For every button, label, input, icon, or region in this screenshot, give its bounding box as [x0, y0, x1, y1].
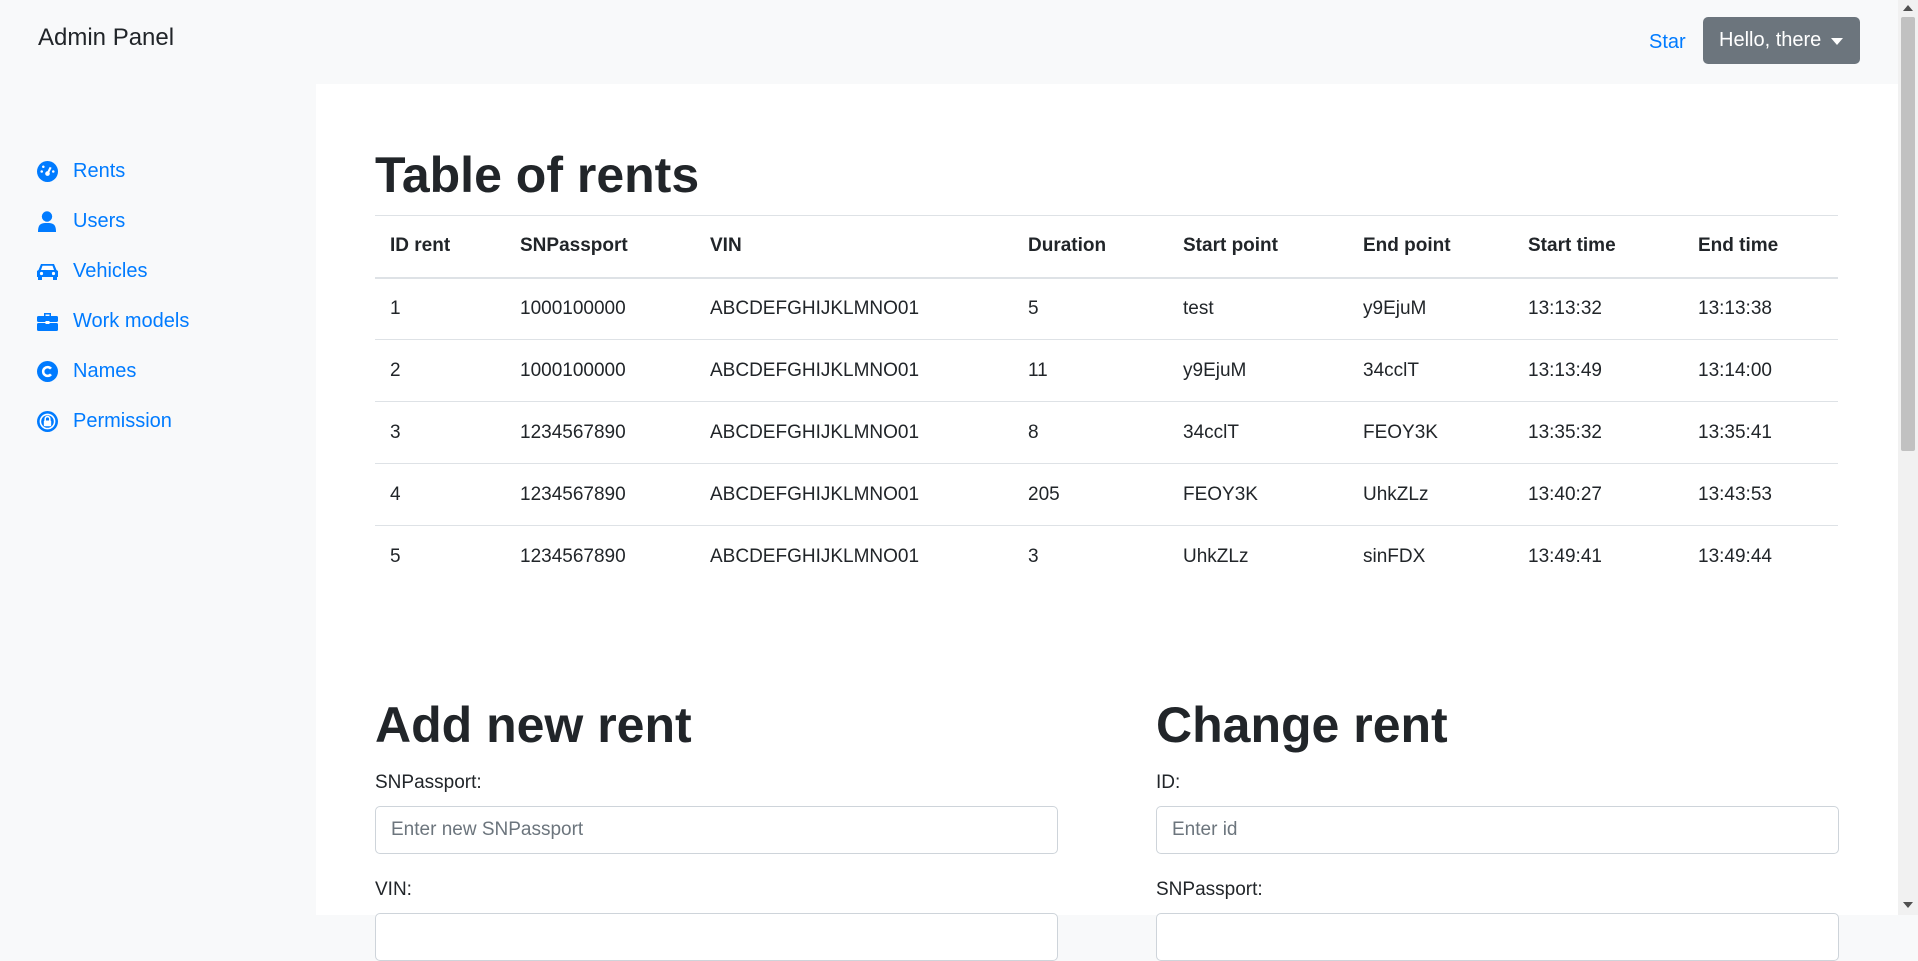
user-menu-label: Hello, there — [1719, 29, 1822, 51]
table-cell: 13:14:00 — [1683, 339, 1838, 402]
navbar: Admin Panel Star Hello, there — [0, 0, 1898, 84]
sidebar-item-work-models[interactable]: Work models — [36, 306, 189, 336]
table-cell: 13:40:27 — [1513, 463, 1683, 526]
table-cell: 1 — [375, 277, 505, 340]
main-content: Table of rents ID rent SNPassport VIN Du… — [316, 84, 1898, 961]
table-cell: FEOY3K — [1348, 401, 1513, 464]
table-cell: 5 — [1013, 277, 1168, 340]
sidebar-item-label: Permission — [73, 409, 172, 432]
table-header-row: ID rent SNPassport VIN Duration Start po… — [375, 215, 1838, 279]
sidebar-item-label: Rents — [73, 159, 126, 182]
table-cell: 1234567890 — [505, 401, 695, 464]
scroll-down-icon[interactable] — [1903, 902, 1913, 908]
column-header[interactable]: SNPassport — [505, 215, 695, 279]
table-cell: 1000100000 — [505, 339, 695, 402]
table-cell: 13:35:32 — [1513, 401, 1683, 464]
table-cell: UhkZLz — [1348, 463, 1513, 526]
table-cell: UhkZLz — [1168, 525, 1348, 588]
table-cell: 1234567890 — [505, 463, 695, 526]
column-header[interactable]: Start point — [1168, 215, 1348, 279]
table-cell: ABCDEFGHIJKLMNO01 — [695, 525, 1013, 588]
id-label: ID: — [1156, 772, 1181, 793]
column-header[interactable]: VIN — [695, 215, 1013, 279]
table-cell: 4 — [375, 463, 505, 526]
change-rent-title: Change rent — [1156, 697, 1448, 753]
new-vin-input[interactable] — [375, 913, 1058, 961]
table-row[interactable]: 4 1234567890 ABCDEFGHIJKLMNO01 205 FEOY3… — [375, 463, 1838, 526]
new-snpassport-input[interactable] — [375, 806, 1058, 854]
column-header[interactable]: ID rent — [375, 215, 505, 279]
vin-label: VIN: — [375, 879, 412, 900]
table-cell: 34cclT — [1348, 339, 1513, 402]
table-cell: 205 — [1013, 463, 1168, 526]
car-icon — [36, 260, 58, 282]
table-row[interactable]: 1 1000100000 ABCDEFGHIJKLMNO01 5 test y9… — [375, 277, 1838, 340]
star-link[interactable]: Star — [1649, 31, 1686, 54]
change-snpassport-input[interactable] — [1156, 913, 1839, 961]
lock-icon — [36, 410, 58, 432]
user-icon — [36, 210, 58, 232]
table-cell: 1000100000 — [505, 277, 695, 340]
table-cell: 3 — [375, 401, 505, 464]
sidebar: Rents Users Vehicles Work models Names P… — [0, 84, 316, 915]
sidebar-item-label: Vehicles — [73, 259, 148, 282]
brand-title[interactable]: Admin Panel — [38, 24, 174, 52]
table-cell: 13:43:53 — [1683, 463, 1838, 526]
sidebar-item-permission[interactable]: Permission — [36, 406, 172, 436]
add-rent-title: Add new rent — [375, 697, 692, 753]
table-cell: ABCDEFGHIJKLMNO01 — [695, 463, 1013, 526]
briefcase-icon — [36, 310, 58, 332]
table-row[interactable]: 2 1000100000 ABCDEFGHIJKLMNO01 11 y9EjuM… — [375, 339, 1838, 402]
user-menu-button[interactable]: Hello, there — [1703, 17, 1860, 64]
column-header[interactable]: Duration — [1013, 215, 1168, 279]
table-cell: y9EjuM — [1348, 277, 1513, 340]
tachometer-icon — [36, 160, 58, 182]
snpassport-label: SNPassport: — [375, 772, 482, 793]
table-cell: 2 — [375, 339, 505, 402]
sidebar-item-label: Names — [73, 359, 137, 382]
table-cell: 13:13:49 — [1513, 339, 1683, 402]
table-cell: 11 — [1013, 339, 1168, 402]
caret-down-icon — [1831, 38, 1844, 45]
table-cell: 8 — [1013, 401, 1168, 464]
table-row[interactable]: 3 1234567890 ABCDEFGHIJKLMNO01 8 34cclT … — [375, 401, 1838, 464]
table-cell: 5 — [375, 525, 505, 588]
table-cell: 13:13:32 — [1513, 277, 1683, 340]
sidebar-item-vehicles[interactable]: Vehicles — [36, 256, 148, 286]
table-cell: 13:13:38 — [1683, 277, 1838, 340]
table-cell: FEOY3K — [1168, 463, 1348, 526]
scroll-up-icon[interactable] — [1903, 5, 1913, 11]
table-cell: ABCDEFGHIJKLMNO01 — [695, 339, 1013, 402]
table-cell: ABCDEFGHIJKLMNO01 — [695, 401, 1013, 464]
sidebar-item-label: Work models — [73, 309, 190, 332]
page-title: Table of rents — [375, 147, 700, 203]
column-header[interactable]: End point — [1348, 215, 1513, 279]
change-snpassport-label: SNPassport: — [1156, 879, 1263, 900]
id-input[interactable] — [1156, 806, 1839, 854]
column-header[interactable]: End time — [1683, 215, 1838, 279]
table-cell: y9EjuM — [1168, 339, 1348, 402]
table-cell: 1234567890 — [505, 525, 695, 588]
table-cell: 13:35:41 — [1683, 401, 1838, 464]
sidebar-item-rents[interactable]: Rents — [36, 156, 125, 186]
table-cell: test — [1168, 277, 1348, 340]
scrollbar[interactable] — [1898, 0, 1918, 915]
table-cell: 34cclT — [1168, 401, 1348, 464]
sidebar-item-label: Users — [73, 209, 126, 232]
sidebar-item-names[interactable]: Names — [36, 356, 136, 386]
table-cell: 13:49:44 — [1683, 525, 1838, 588]
table-row[interactable]: 5 1234567890 ABCDEFGHIJKLMNO01 3 UhkZLz … — [375, 525, 1838, 588]
table-cell: sinFDX — [1348, 525, 1513, 588]
sidebar-item-users[interactable]: Users — [36, 206, 125, 236]
table-cell: 3 — [1013, 525, 1168, 588]
table-cell: ABCDEFGHIJKLMNO01 — [695, 277, 1013, 340]
rents-table: ID rent SNPassport VIN Duration Start po… — [375, 215, 1838, 588]
column-header[interactable]: Start time — [1513, 215, 1683, 279]
copyright-icon — [36, 360, 58, 382]
scroll-thumb[interactable] — [1901, 17, 1915, 451]
table-cell: 13:49:41 — [1513, 525, 1683, 588]
